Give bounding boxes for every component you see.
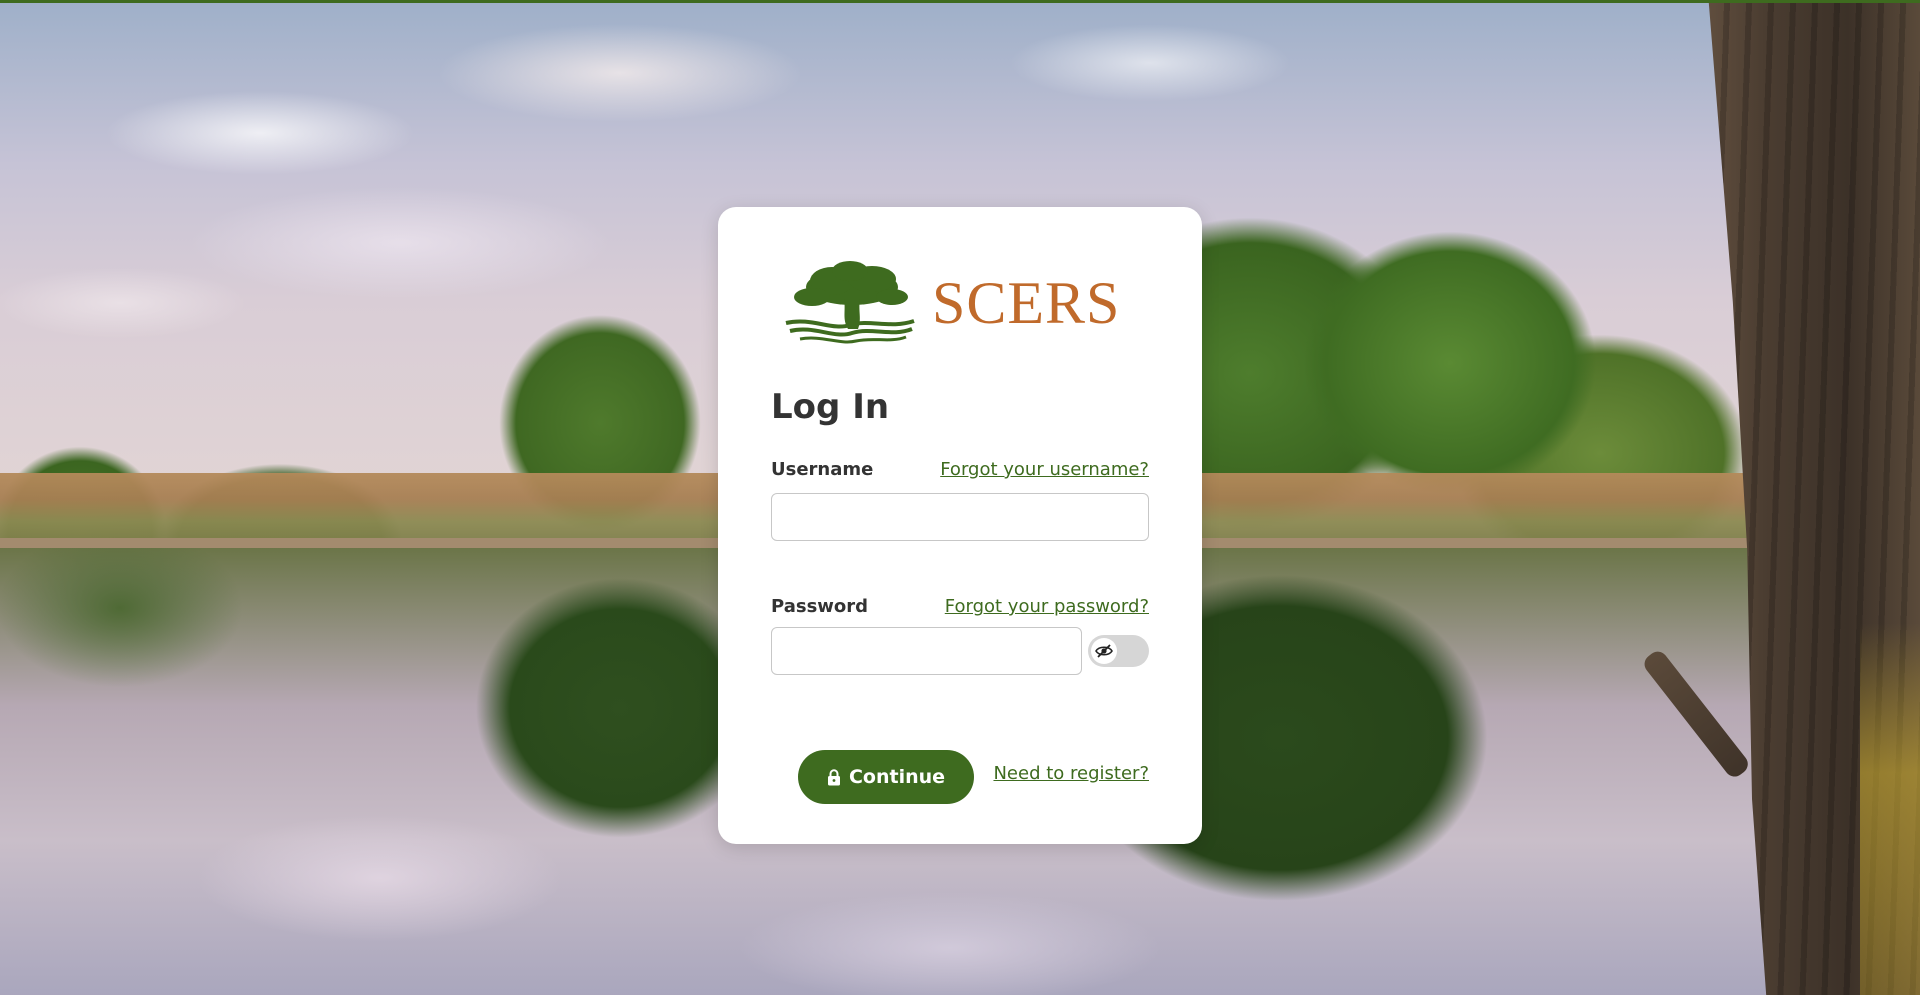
brand-logo: SCERS <box>782 257 1142 349</box>
page-title: Log In <box>771 387 890 427</box>
login-page: SCERS Log In Username Forgot your userna… <box>0 0 1920 995</box>
lock-icon <box>827 768 841 786</box>
continue-button[interactable]: Continue <box>798 750 974 804</box>
username-label: Username <box>771 459 874 480</box>
tree-logo-icon <box>785 261 915 344</box>
background-trunk-lichen <box>1860 623 1920 995</box>
toggle-knob <box>1091 638 1117 664</box>
eye-slash-icon <box>1095 644 1113 658</box>
forgot-username-link[interactable]: Forgot your username? <box>940 459 1149 480</box>
password-label-row: Password Forgot your password? <box>771 596 1149 617</box>
password-visibility-toggle[interactable] <box>1088 635 1149 667</box>
forgot-password-link[interactable]: Forgot your password? <box>945 596 1149 617</box>
password-label: Password <box>771 596 869 617</box>
username-label-row: Username Forgot your username? <box>771 459 1149 480</box>
continue-button-label: Continue <box>848 766 946 788</box>
register-link[interactable]: Need to register? <box>993 763 1149 784</box>
login-card: SCERS Log In Username Forgot your userna… <box>718 207 1202 844</box>
username-input[interactable] <box>771 493 1149 541</box>
brand-name: SCERS <box>932 270 1121 336</box>
password-input[interactable] <box>771 627 1082 675</box>
